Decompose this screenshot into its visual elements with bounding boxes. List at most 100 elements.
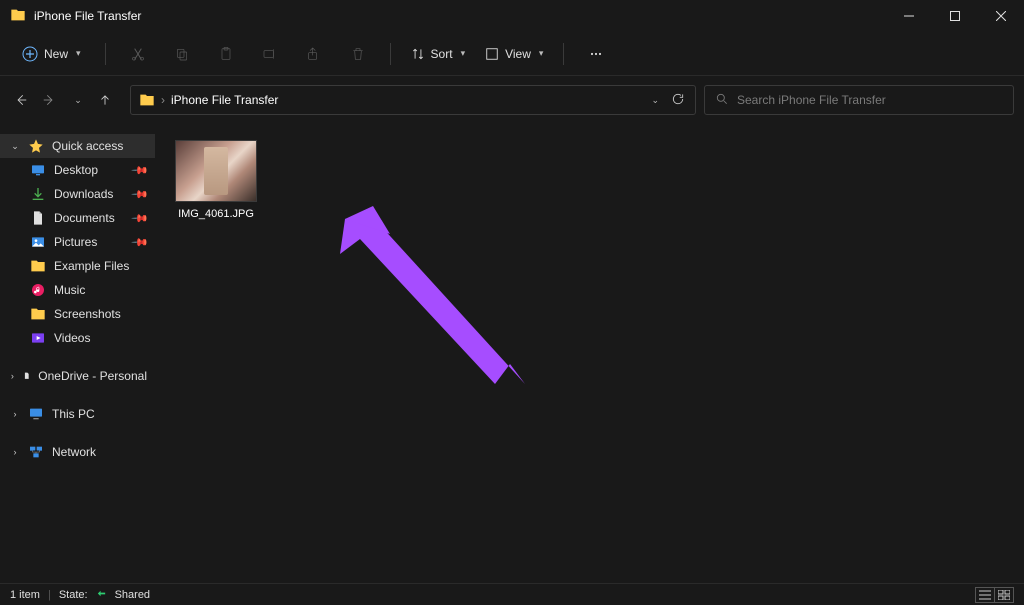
sidebar-item-example-files[interactable]: Example Files — [0, 254, 155, 278]
new-button[interactable]: New ▾ — [14, 42, 89, 66]
delete-button[interactable] — [342, 38, 374, 70]
file-list-pane[interactable]: IMG_4061.JPG — [155, 124, 1024, 583]
address-bar[interactable]: › iPhone File Transfer ⌄ — [130, 85, 696, 115]
desktop-icon — [30, 162, 46, 178]
folder-icon — [10, 7, 26, 26]
nav-arrows: ⌄ — [10, 89, 116, 111]
view-label: View — [505, 47, 531, 61]
chevron-right-icon: › — [10, 409, 20, 419]
videos-icon — [30, 330, 46, 346]
titlebar: iPhone File Transfer — [0, 0, 1024, 32]
sidebar-item-this-pc[interactable]: › This PC — [0, 402, 155, 426]
search-input[interactable] — [737, 93, 1003, 107]
breadcrumb-folder[interactable]: iPhone File Transfer — [171, 93, 278, 107]
up-button[interactable] — [94, 89, 116, 111]
sidebar-item-label: Network — [52, 445, 96, 459]
sidebar-item-label: Screenshots — [54, 307, 121, 321]
sidebar-item-label: Videos — [54, 331, 90, 345]
sidebar-item-label: This PC — [52, 407, 95, 421]
more-button[interactable] — [580, 38, 612, 70]
separator: | — [48, 589, 51, 601]
sidebar-item-desktop[interactable]: Desktop 📌 — [0, 158, 155, 182]
view-icon — [485, 47, 499, 61]
status-bar: 1 item | State: Shared — [0, 583, 1024, 605]
pin-icon: 📌 — [131, 209, 150, 228]
sort-button[interactable]: Sort ▾ — [407, 47, 470, 61]
sort-icon — [411, 47, 425, 61]
folder-icon — [30, 258, 46, 274]
chevron-right-icon: › — [10, 371, 15, 381]
separator — [390, 43, 391, 65]
onedrive-icon — [23, 368, 31, 384]
navigation-pane: ⌄ Quick access Desktop 📌 Downloads 📌 — [0, 124, 155, 583]
sort-label: Sort — [431, 47, 453, 61]
search-box[interactable] — [704, 85, 1014, 115]
folder-icon — [139, 92, 155, 108]
recent-locations-button[interactable]: ⌄ — [66, 89, 88, 111]
pin-icon: 📌 — [131, 233, 150, 252]
sidebar-item-documents[interactable]: Documents 📌 — [0, 206, 155, 230]
sidebar-item-network[interactable]: › Network — [0, 440, 155, 464]
view-mode-toggle — [976, 587, 1014, 603]
chevron-down-icon: ▾ — [76, 48, 81, 59]
separator — [105, 43, 106, 65]
shared-icon — [96, 588, 107, 602]
documents-icon — [30, 210, 46, 226]
sidebar-item-downloads[interactable]: Downloads 📌 — [0, 182, 155, 206]
toolbar: New ▾ Sort ▾ View ▾ — [0, 32, 1024, 76]
file-thumbnail — [175, 140, 257, 202]
sidebar-item-label: Desktop — [54, 163, 98, 177]
minimize-button[interactable] — [886, 0, 932, 32]
sidebar-item-label: Documents — [54, 211, 115, 225]
chevron-down-icon: ⌄ — [10, 141, 20, 152]
state-value: Shared — [115, 589, 150, 601]
back-button[interactable] — [10, 89, 32, 111]
file-name: IMG_4061.JPG — [178, 208, 254, 220]
sidebar-item-quick-access[interactable]: ⌄ Quick access — [0, 134, 155, 158]
chevron-right-icon: › — [161, 93, 165, 107]
window-title: iPhone File Transfer — [34, 9, 141, 23]
sidebar-item-pictures[interactable]: Pictures 📌 — [0, 230, 155, 254]
sidebar-item-label: Downloads — [54, 187, 113, 201]
copy-button[interactable] — [166, 38, 198, 70]
sidebar-item-label: Music — [54, 283, 85, 297]
sidebar-item-label: Example Files — [54, 259, 129, 273]
view-button[interactable]: View ▾ — [481, 47, 547, 61]
this-pc-icon — [28, 406, 44, 422]
share-button[interactable] — [298, 38, 330, 70]
close-button[interactable] — [978, 0, 1024, 32]
pin-icon: 📌 — [131, 185, 150, 204]
search-icon — [715, 92, 729, 109]
network-icon — [28, 444, 44, 460]
sidebar-item-screenshots[interactable]: Screenshots — [0, 302, 155, 326]
music-icon — [30, 282, 46, 298]
sidebar-item-label: OneDrive - Personal — [38, 369, 147, 383]
sidebar-item-music[interactable]: Music — [0, 278, 155, 302]
file-item[interactable]: IMG_4061.JPG — [171, 140, 261, 220]
window-controls — [886, 0, 1024, 32]
plus-circle-icon — [22, 46, 38, 62]
folder-icon — [30, 306, 46, 322]
sidebar-item-onedrive[interactable]: › OneDrive - Personal — [0, 364, 155, 388]
separator — [563, 43, 564, 65]
rename-button[interactable] — [254, 38, 286, 70]
item-count: 1 item — [10, 589, 40, 601]
refresh-button[interactable] — [671, 92, 685, 109]
new-label: New — [44, 47, 68, 61]
chevron-down-icon[interactable]: ⌄ — [651, 95, 659, 106]
main-area: ⌄ Quick access Desktop 📌 Downloads 📌 — [0, 124, 1024, 583]
paste-button[interactable] — [210, 38, 242, 70]
cut-button[interactable] — [122, 38, 154, 70]
chevron-down-icon: ▾ — [539, 48, 544, 59]
downloads-icon — [30, 186, 46, 202]
pictures-icon — [30, 234, 46, 250]
state-label: State: — [59, 589, 88, 601]
maximize-button[interactable] — [932, 0, 978, 32]
forward-button[interactable] — [38, 89, 60, 111]
details-view-button[interactable] — [975, 587, 995, 603]
star-icon — [28, 138, 44, 154]
sidebar-item-label: Pictures — [54, 235, 97, 249]
annotation-arrow — [245, 184, 545, 404]
thumbnails-view-button[interactable] — [994, 587, 1014, 603]
sidebar-item-videos[interactable]: Videos — [0, 326, 155, 350]
